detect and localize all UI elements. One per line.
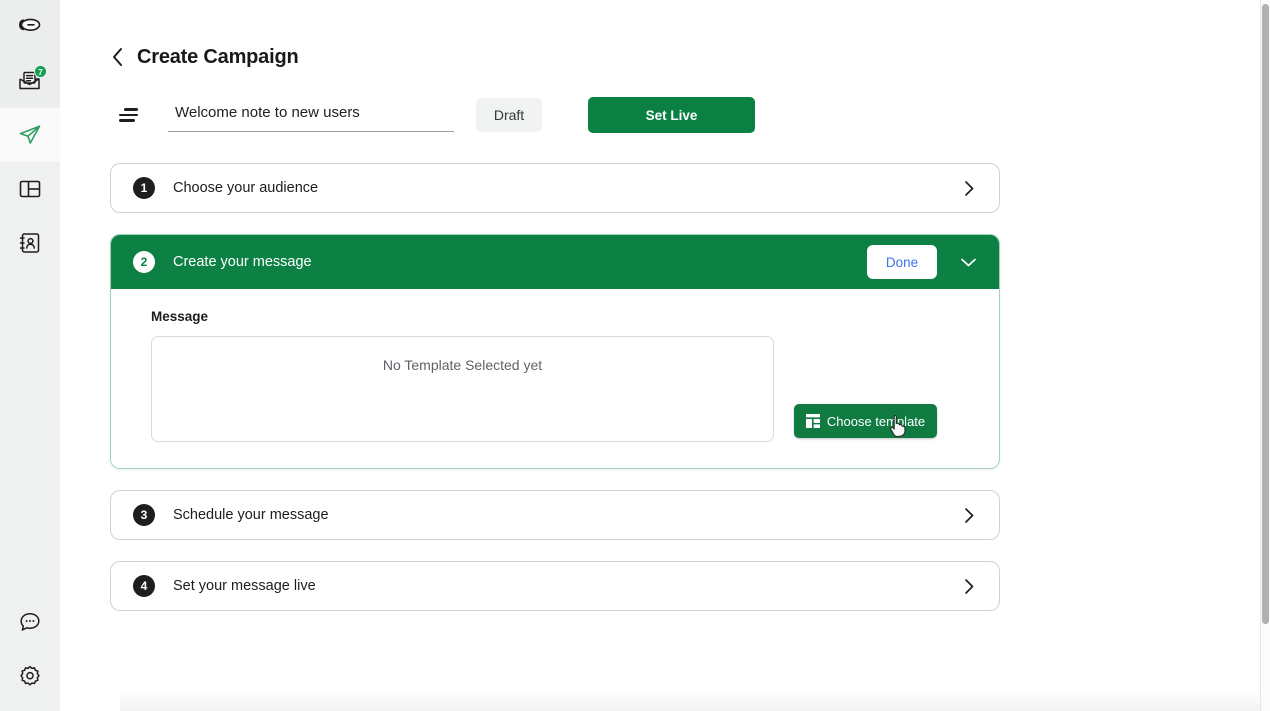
step-label: Create your message xyxy=(173,254,312,270)
step-header[interactable]: 1 Choose your audience xyxy=(111,164,999,212)
status-badge[interactable]: Draft xyxy=(476,98,542,132)
step-label: Set your message live xyxy=(173,578,316,594)
vertical-scrollbar[interactable] xyxy=(1261,0,1270,711)
page-header: Create Campaign xyxy=(110,40,1270,74)
bottom-fade xyxy=(120,689,1270,711)
choose-template-button[interactable]: Choose template xyxy=(794,404,937,438)
sidebar-bottom-items xyxy=(0,595,60,711)
steps-list: 1 Choose your audience 2 Create your mes… xyxy=(110,163,1000,611)
step-header[interactable]: 4 Set your message live xyxy=(111,562,999,610)
sidebar-item-contacts[interactable] xyxy=(0,216,60,270)
chevron-right-icon[interactable] xyxy=(959,505,979,525)
empty-template-text: No Template Selected yet xyxy=(382,357,543,373)
step-header[interactable]: 3 Schedule your message xyxy=(111,491,999,539)
step-card-schedule-message[interactable]: 3 Schedule your message xyxy=(110,490,1000,540)
sidebar-item-settings[interactable] xyxy=(0,649,60,703)
set-live-button[interactable]: Set Live xyxy=(588,97,755,133)
message-body-row: No Template Selected yet Choose template xyxy=(151,336,977,442)
gear-icon xyxy=(17,663,43,689)
template-preview-box[interactable]: No Template Selected yet xyxy=(151,336,774,442)
messages-badge-count: 7 xyxy=(34,65,47,78)
paper-plane-icon xyxy=(17,122,43,148)
sidebar-item-templates[interactable] xyxy=(0,162,60,216)
sidebar-item-inbox[interactable] xyxy=(0,0,60,54)
chevron-right-icon[interactable] xyxy=(959,178,979,198)
scrollbar-thumb[interactable] xyxy=(1262,4,1269,624)
step-body-create-message: Message No Template Selected yet Choose … xyxy=(111,289,999,468)
step-number: 1 xyxy=(133,177,155,199)
sidebar-primary-items: 7 xyxy=(0,0,60,270)
step-number: 3 xyxy=(133,504,155,526)
step-header-active[interactable]: 2 Create your message Done xyxy=(111,235,999,289)
sort-lines-icon xyxy=(119,106,143,124)
chevron-down-icon[interactable] xyxy=(957,251,979,273)
step-label: Schedule your message xyxy=(173,507,329,523)
layout-template-icon xyxy=(805,414,820,428)
message-field-label: Message xyxy=(151,309,209,324)
step-label: Choose your audience xyxy=(173,180,319,196)
back-arrow-icon[interactable] xyxy=(110,46,125,68)
sidebar: 7 xyxy=(0,0,60,711)
step-number: 4 xyxy=(133,575,155,597)
sidebar-item-help[interactable] xyxy=(0,595,60,649)
chat-bubble-icon xyxy=(17,14,43,40)
help-chat-icon xyxy=(17,609,43,635)
sidebar-spacer xyxy=(0,270,60,595)
layout-template-icon xyxy=(17,176,43,202)
app-root: 7 Create Campaign Welcome note to new us… xyxy=(0,0,1270,711)
step-number: 2 xyxy=(133,251,155,273)
chevron-right-icon[interactable] xyxy=(959,576,979,596)
contacts-book-icon xyxy=(17,230,43,256)
step-card-choose-audience[interactable]: 1 Choose your audience xyxy=(110,163,1000,213)
campaign-name-input[interactable] xyxy=(168,98,454,132)
choose-template-label: Choose template xyxy=(826,413,926,429)
sidebar-item-campaigns[interactable] xyxy=(0,108,60,162)
main-canvas: Create Campaign Draft Set Live 1 Choose … xyxy=(60,0,1270,711)
step-card-set-message-live[interactable]: 4 Set your message live xyxy=(110,561,1000,611)
done-button[interactable]: Done xyxy=(867,245,937,279)
page-content: Create Campaign Draft Set Live 1 Choose … xyxy=(60,0,1270,611)
page-title: Create Campaign xyxy=(137,45,299,68)
sidebar-item-messages[interactable]: 7 xyxy=(0,54,60,108)
choose-template-wrap: Choose template xyxy=(794,336,937,442)
step-card-create-message[interactable]: 2 Create your message Done Message No Te… xyxy=(110,234,1000,469)
campaign-title-row: Draft Set Live xyxy=(110,95,1270,135)
